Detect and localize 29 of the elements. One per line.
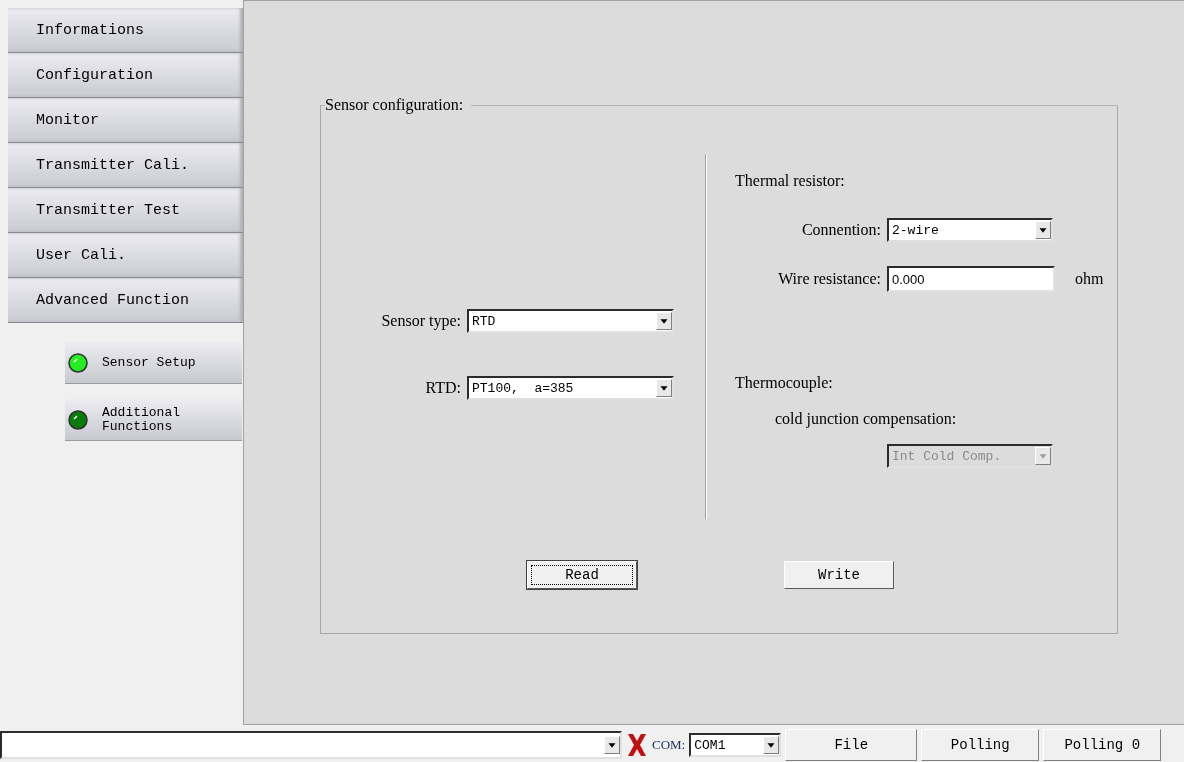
status-panel: File — [785, 729, 918, 761]
nav-menu-item[interactable]: Monitor — [8, 98, 243, 143]
com-port-dropdown[interactable]: COM1 — [689, 733, 782, 757]
unit-label: ohm — [1075, 270, 1104, 288]
com-label: COM: — [652, 737, 686, 753]
status-panel: Polling 0 — [1043, 729, 1162, 761]
sub-menu-button[interactable]: Sensor Setup — [65, 342, 242, 384]
read-button[interactable]: Read — [527, 561, 637, 589]
section-title: Thermocouple: — [735, 374, 834, 392]
nav-menu-item[interactable]: Advanced Function — [8, 278, 243, 323]
field-label: Connention: — [800, 221, 882, 239]
write-button[interactable]: Write — [784, 561, 894, 589]
message-dropdown[interactable] — [0, 731, 622, 759]
nav-menu-item[interactable]: Transmitter Cali. — [8, 143, 243, 188]
field-label: Sensor type: — [380, 312, 462, 330]
sensor-type-dropdown[interactable]: RTD — [467, 309, 674, 333]
status-panel: Polling — [921, 729, 1040, 761]
connection-dropdown[interactable]: 2-wire — [887, 218, 1053, 242]
field-label: Wire resistance: — [777, 270, 882, 288]
field-label: cold junction compensation: — [775, 410, 958, 428]
nav-menu-item[interactable]: User Cali. — [8, 233, 243, 278]
nav-menu-item[interactable]: Configuration — [8, 53, 243, 98]
field-label: RTD: — [424, 379, 462, 397]
resistor-model-dropdown[interactable]: PT100, a=385 — [467, 376, 674, 400]
sub-menu-button[interactable]: Additional Functions — [65, 399, 242, 441]
nav-menu-item[interactable]: Informations — [8, 8, 243, 53]
section-title: Thermal resistor: — [735, 172, 846, 190]
nav-menu-item[interactable]: Transmitter Test — [8, 188, 243, 233]
wire-resistance-field[interactable]: 0.000 — [887, 266, 1055, 292]
